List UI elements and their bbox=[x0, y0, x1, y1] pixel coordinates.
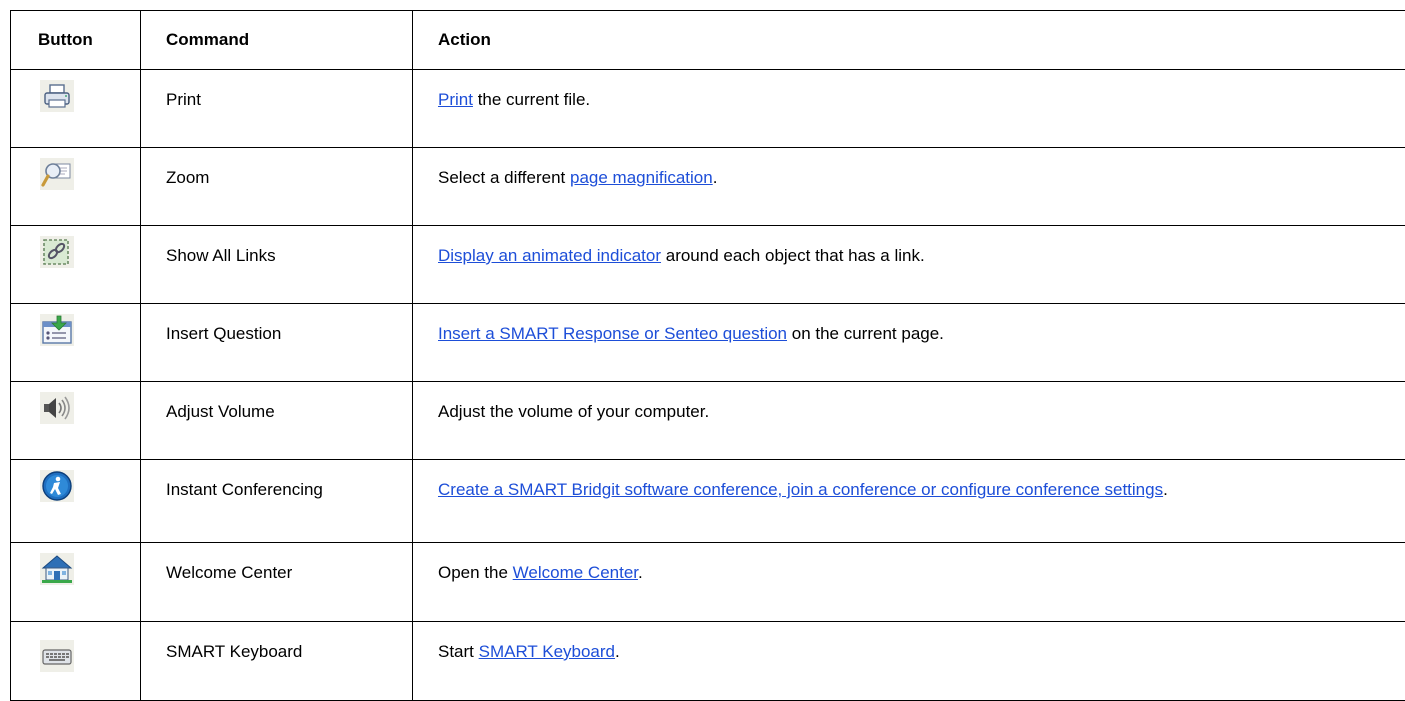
button-cell bbox=[11, 226, 141, 304]
table-row: Zoom Select a different page magnificati… bbox=[11, 148, 1405, 226]
insert-question-icon[interactable] bbox=[40, 314, 74, 346]
action-cell: Create a SMART Bridgit software conferen… bbox=[413, 460, 1405, 543]
button-cell bbox=[11, 622, 141, 701]
action-cell: Start SMART Keyboard. bbox=[413, 622, 1405, 701]
zoom-magnifier-icon[interactable] bbox=[40, 158, 74, 190]
command-cell: Zoom bbox=[141, 148, 413, 226]
table-row: Welcome Center Open the Welcome Center. bbox=[11, 543, 1405, 622]
header-button: Button bbox=[11, 11, 141, 70]
command-cell: Adjust Volume bbox=[141, 382, 413, 460]
table-row: Show All Links Display an animated indic… bbox=[11, 226, 1405, 304]
keyboard-icon[interactable] bbox=[40, 640, 74, 672]
button-cell bbox=[11, 543, 141, 622]
button-cell bbox=[11, 148, 141, 226]
action-link[interactable]: page magnification bbox=[570, 168, 713, 187]
action-cell: Adjust the volume of your computer. bbox=[413, 382, 1405, 460]
action-link[interactable]: SMART Keyboard bbox=[479, 642, 615, 661]
table-header-row: Button Command Action bbox=[11, 11, 1405, 70]
command-cell: Instant Conferencing bbox=[141, 460, 413, 543]
action-link[interactable]: Display an animated indicator bbox=[438, 246, 661, 265]
table-row: Instant Conferencing Create a SMART Brid… bbox=[11, 460, 1405, 543]
action-cell: Select a different page magnification. bbox=[413, 148, 1405, 226]
action-cell: Insert a SMART Response or Senteo questi… bbox=[413, 304, 1405, 382]
table-row: Print Print the current file. bbox=[11, 70, 1405, 148]
welcome-center-house-icon[interactable] bbox=[40, 553, 74, 585]
command-cell: Welcome Center bbox=[141, 543, 413, 622]
command-table: Button Command Action Print Print the cu… bbox=[10, 10, 1405, 701]
table-row: Insert Question Insert a SMART Response … bbox=[11, 304, 1405, 382]
button-cell bbox=[11, 382, 141, 460]
action-cell: Print the current file. bbox=[413, 70, 1405, 148]
printer-icon[interactable] bbox=[40, 80, 74, 112]
header-action: Action bbox=[413, 11, 1405, 70]
conferencing-person-icon[interactable] bbox=[40, 470, 74, 502]
action-cell: Open the Welcome Center. bbox=[413, 543, 1405, 622]
table-row: SMART Keyboard Start SMART Keyboard. bbox=[11, 622, 1405, 701]
button-cell bbox=[11, 70, 141, 148]
button-cell bbox=[11, 460, 141, 543]
action-link[interactable]: Create a SMART Bridgit software conferen… bbox=[438, 480, 1163, 499]
action-link[interactable]: Print bbox=[438, 90, 473, 109]
header-command: Command bbox=[141, 11, 413, 70]
command-cell: Print bbox=[141, 70, 413, 148]
action-cell: Display an animated indicator around eac… bbox=[413, 226, 1405, 304]
command-cell: SMART Keyboard bbox=[141, 622, 413, 701]
command-cell: Show All Links bbox=[141, 226, 413, 304]
command-cell: Insert Question bbox=[141, 304, 413, 382]
action-link[interactable]: Welcome Center bbox=[513, 563, 638, 582]
speaker-volume-icon[interactable] bbox=[40, 392, 74, 424]
table-row: Adjust Volume Adjust the volume of your … bbox=[11, 382, 1405, 460]
link-indicator-icon[interactable] bbox=[40, 236, 74, 268]
action-link[interactable]: Insert a SMART Response or Senteo questi… bbox=[438, 324, 787, 343]
button-cell bbox=[11, 304, 141, 382]
